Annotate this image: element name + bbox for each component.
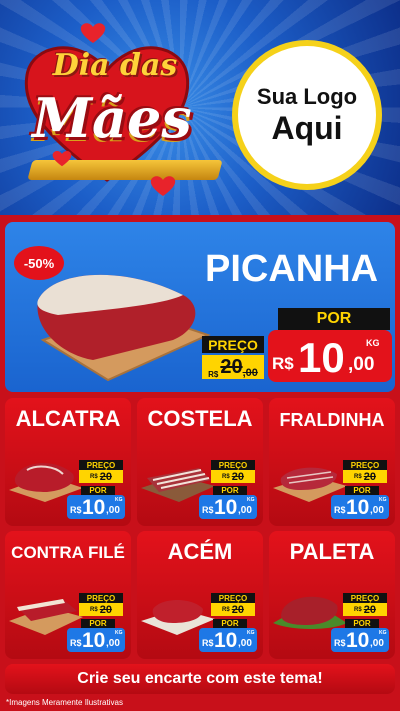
old-price: R$ 20 [343,603,387,616]
product-name: CONTRA FILÉ [11,543,125,562]
product-name: COSTELA [147,406,253,431]
price-value: 10 [298,334,345,381]
old-price: R$ 20 ,00 [202,355,264,379]
new-price: R$ 10 ,00 KG [67,628,125,652]
new-price: R$ 10 ,00 KG [199,495,257,519]
product-card: ACÉM PREÇO R$ 20 POR R$ 10 ,00 KG [137,531,263,659]
product-name: FRALDINHA [279,410,385,430]
product-name: ACÉM [167,539,233,564]
new-price: R$ 10 ,00 KG [199,628,257,652]
old-price: R$ 20 [211,470,255,483]
title-maes: Mães [32,86,192,150]
title-dia-das: Dia das [52,48,178,83]
product-card: ALCATRA PREÇO R$ 20 POR R$ 10 ,00 KG [5,398,131,526]
unit-label: KG [366,338,380,348]
new-price: R$ 10 ,00 KG [331,628,389,652]
old-price: R$ 20 [343,470,387,483]
small-heart-icon [52,151,72,167]
old-price-label: PREÇO [343,460,387,470]
new-price-label: POR [278,308,390,330]
logo-text-line2: Aqui [271,109,343,146]
cta-banner: Crie seu encarte com este tema! [5,664,395,694]
new-price: R$ 10 ,00 KG [67,495,125,519]
small-heart-icon [80,23,106,43]
old-price-cents: ,00 [242,367,258,379]
old-price: R$ 20 [79,603,123,616]
header-banner: Dia das Mães Sua Logo Aqui [0,0,400,215]
featured-product-name: PICANHA [205,248,379,290]
new-price: R$ 10 ,00 KG [268,330,392,382]
product-name: PALETA [289,539,375,564]
product-card: FRALDINHA PREÇO R$ 20 POR R$ 10 ,00 KG [269,398,395,526]
discount-badge: -50% [14,246,64,280]
product-card: COSTELA PREÇO R$ 20 POR R$ 10 ,00 KG [137,398,263,526]
new-price: R$ 10 ,00 KG [331,495,389,519]
old-price-label: PREÇO [79,460,123,470]
old-price-label: PREÇO [202,336,264,353]
old-price-label: PREÇO [211,593,255,603]
new-price-label: POR [213,619,247,628]
product-name: ALCATRA [15,406,121,431]
old-price-label: PREÇO [79,593,123,603]
old-price-label: PREÇO [343,593,387,603]
price-cents: ,00 [348,354,375,375]
old-price: R$ 20 [211,603,255,616]
old-price-value: 20 [220,356,243,378]
new-price-label: POR [345,486,379,495]
logo-placeholder: Sua Logo Aqui [232,40,382,190]
small-heart-icon [150,176,176,196]
old-price-currency: R$ [208,370,219,379]
logo-text-line1: Sua Logo [256,83,358,109]
new-price-label: POR [213,486,247,495]
footnote: *Imagens Meramente Ilustrativas [6,698,123,707]
new-price-label: POR [81,486,115,495]
old-price-label: PREÇO [211,460,255,470]
new-price-label: POR [81,619,115,628]
product-card: CONTRA FILÉ PREÇO R$ 20 POR R$ 10 ,00 KG [5,531,131,659]
currency-symbol: R$ [272,354,294,373]
old-price: R$ 20 [79,470,123,483]
new-price-label: POR [345,619,379,628]
product-card: PALETA PREÇO R$ 20 POR R$ 10 ,00 KG [269,531,395,659]
